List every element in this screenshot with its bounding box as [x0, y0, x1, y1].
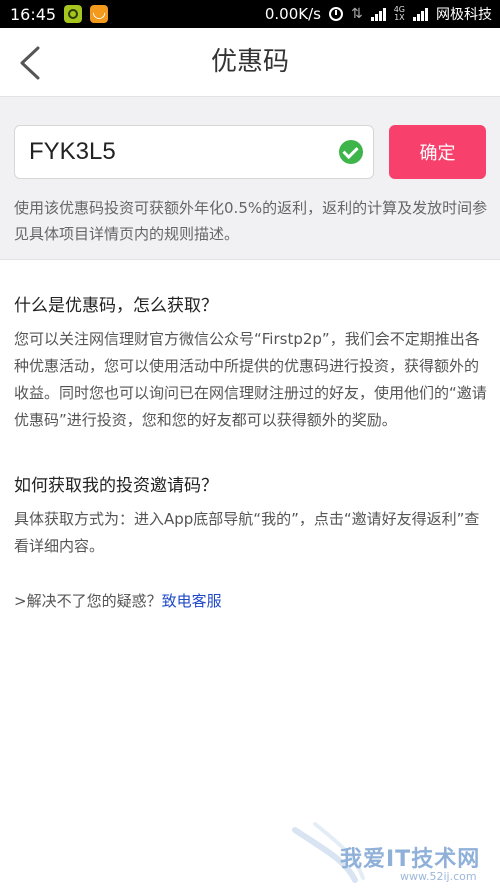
faq-title: 什么是优惠码，怎么获取？ — [14, 296, 218, 316]
faq-section-how: 如何获取我的投资邀请码？ 具体获取方式为：进入App底部导航“我的”，点击“邀请… — [14, 472, 490, 560]
promo-code-input[interactable] — [29, 126, 329, 178]
call-support-link[interactable]: 致电客服 — [162, 592, 222, 610]
faq-section-what: 什么是优惠码，怎么获取？ 您可以关注网信理财官方微信公众号“Firstp2p”，… — [14, 292, 490, 434]
faq-body: 具体获取方式为：进入App底部导航“我的”，点击“邀请好友得返利”查看详细内容。 — [14, 510, 480, 555]
app-notification-icon-2 — [90, 2, 109, 23]
vibrate-icon: ⇅ — [350, 6, 363, 22]
promo-code-field[interactable] — [14, 125, 374, 179]
page-title: 优惠码 — [210, 47, 289, 77]
help-prefix: >解决不了您的疑惑？ — [14, 592, 162, 610]
status-indicators: 0.00K/s ⇅ 4G 1X 网极科技 — [265, 4, 492, 24]
signal-icon — [370, 7, 386, 21]
status-time: 16:45 — [10, 4, 57, 24]
watermark-url: www.52ij.com — [400, 870, 477, 883]
alarm-icon — [328, 7, 343, 21]
confirm-button[interactable]: 确定 — [389, 125, 486, 179]
navigation-bar: 优惠码 — [0, 28, 500, 97]
signal-icon-2 — [413, 7, 428, 21]
carrier-name: 网极科技 — [436, 7, 492, 23]
help-line: >解决不了您的疑惑？致电客服 — [14, 588, 490, 615]
status-bar: 16:45 0.00K/s ⇅ 4G1X 网极科技 — [0, 0, 500, 28]
faq-content: 什么是优惠码，怎么获取？ 您可以关注网信理财官方微信公众号“Firstp2p”，… — [14, 292, 490, 615]
promo-code-description: 使用该优惠码投资可获额外年化0.5%的返利，返利的计算及发放时间参见具体项目详情… — [14, 199, 488, 243]
watermark-text: 我爱IT技术网 — [340, 847, 481, 872]
faq-body: 您可以关注网信理财官方微信公众号“Firstp2p”，我们会不定期推出各种优惠活… — [14, 330, 487, 429]
promo-code-section: 确定 使用该优惠码投资可获额外年化0.5%的返利，返利的计算及发放时间参见具体项… — [0, 97, 500, 260]
check-circle-icon — [339, 140, 363, 164]
network-speed: 0.00K/s — [264, 5, 321, 23]
app-notification-icon — [64, 5, 83, 23]
faq-title: 如何获取我的投资邀请码？ — [14, 476, 218, 496]
network-type-icon: 4G 1X — [393, 5, 405, 22]
